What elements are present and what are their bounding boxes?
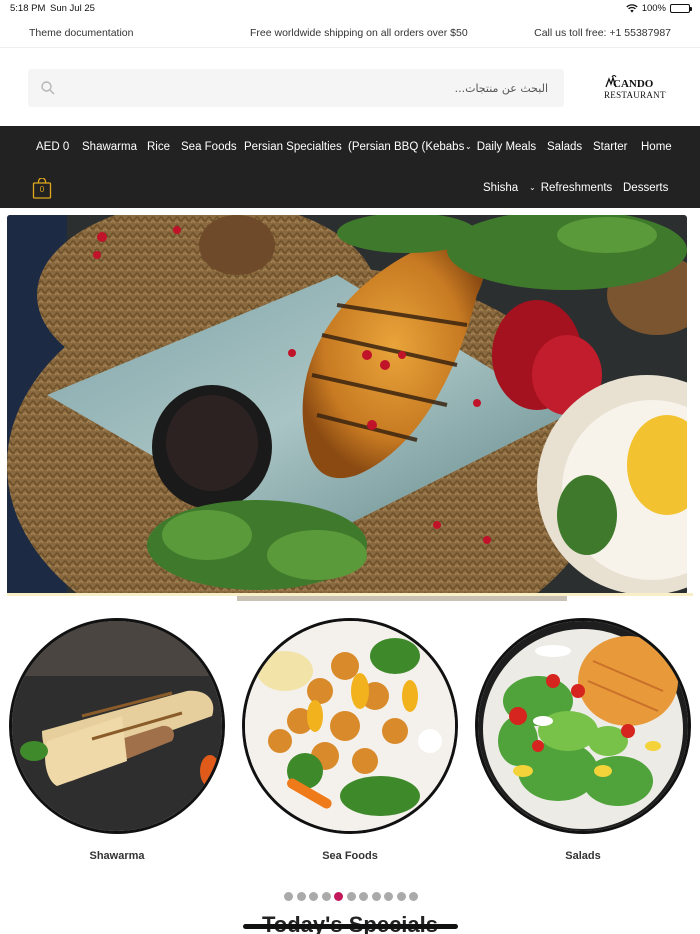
carousel-dot[interactable] [371, 892, 381, 901]
battery-percent: 100% [641, 3, 666, 14]
logo-sub-text: RESTAURANT [604, 90, 666, 100]
carousel-dot[interactable] [359, 892, 368, 901]
nav-item-shawarma[interactable]: Shawarma [82, 141, 137, 153]
cart-button[interactable]: 0 [32, 177, 52, 199]
cart-total[interactable]: AED 0 [36, 141, 69, 153]
hero-food-illustration [7, 215, 687, 595]
carousel-dot[interactable] [334, 892, 343, 901]
nav-item-desserts[interactable]: Desserts [623, 182, 668, 194]
nav-item-starter[interactable]: Starter [593, 141, 628, 153]
category-image-sea-foods [242, 618, 458, 834]
toll-free-phone[interactable]: Call us toll free: +1 55387987 [534, 27, 671, 39]
nav-item-refreshments[interactable]: ⌄ Refreshments [529, 182, 612, 194]
carousel-dot[interactable] [296, 892, 306, 901]
category-label: Sea Foods [322, 850, 378, 862]
nav-item-sea-foods[interactable]: Sea Foods [181, 141, 237, 153]
theme-documentation-link[interactable]: Theme documentation [29, 27, 133, 39]
category-image-shawarma [9, 618, 225, 834]
section-title: Today's Specials [261, 912, 438, 934]
hero-banner-image[interactable] [7, 215, 687, 595]
nav-item-persian-specialties[interactable]: Persian Specialties [244, 141, 342, 153]
nav-item-persian-bbq[interactable]: (Persian BBQ (Kebabs [348, 141, 464, 153]
carousel-dot[interactable] [321, 892, 331, 901]
shipping-notice: Free worldwide shipping on all orders ov… [250, 27, 468, 39]
chevron-down-icon: ⌄ [465, 142, 472, 151]
nav-item-label: Daily Meals [476, 141, 537, 153]
cart-count: 0 [39, 185, 45, 194]
category-label: Salads [565, 850, 601, 862]
nav-item-label: Refreshments [540, 182, 613, 194]
carousel-dot[interactable] [384, 892, 393, 901]
carousel-dot[interactable] [346, 892, 356, 901]
carousel-dot[interactable] [309, 892, 318, 901]
status-indicators: 100% [626, 3, 692, 14]
chevron-down-icon: ⌄ [529, 183, 536, 192]
category-label: Shawarma [89, 850, 145, 862]
nav-item-rice[interactable]: Rice [147, 141, 170, 153]
category-card-shawarma[interactable]: Shawarma [9, 618, 225, 862]
nav-item-salads[interactable]: Salads [547, 141, 582, 153]
carousel-dot[interactable] [409, 892, 418, 901]
carousel-pagination [284, 892, 418, 901]
search-icon[interactable] [40, 80, 56, 96]
search-box [28, 69, 564, 107]
site-header: CANDO RESTAURANT [0, 48, 700, 126]
home-indicator[interactable] [243, 924, 458, 929]
main-navigation: Home Starter Salads ⌄ Daily Meals (Persia… [0, 126, 700, 208]
status-bar: 5:18 PM Sun Jul 25 100% [0, 0, 700, 18]
logo-main-text: CANDO [613, 78, 654, 90]
status-time: 5:18 PM [10, 3, 46, 14]
site-logo[interactable]: CANDO RESTAURANT [603, 75, 665, 103]
category-image-salads [475, 618, 691, 834]
wifi-icon [626, 4, 638, 13]
carousel-dot[interactable] [284, 892, 293, 901]
status-date: Sun Jul 25 [50, 3, 95, 14]
search-input[interactable] [74, 69, 554, 107]
nav-item-home[interactable]: Home [641, 141, 672, 153]
category-card-sea-foods[interactable]: Sea Foods [242, 618, 458, 862]
category-card-salads[interactable]: Salads [475, 618, 691, 862]
carousel-dot[interactable] [396, 892, 406, 901]
hero-slide-edge [7, 593, 693, 601]
battery-icon [670, 4, 692, 13]
top-info-bar: Theme documentation Free worldwide shipp… [0, 18, 700, 48]
nav-item-shisha[interactable]: Shisha [483, 182, 518, 194]
nav-item-daily-meals[interactable]: ⌄ Daily Meals [465, 141, 536, 153]
